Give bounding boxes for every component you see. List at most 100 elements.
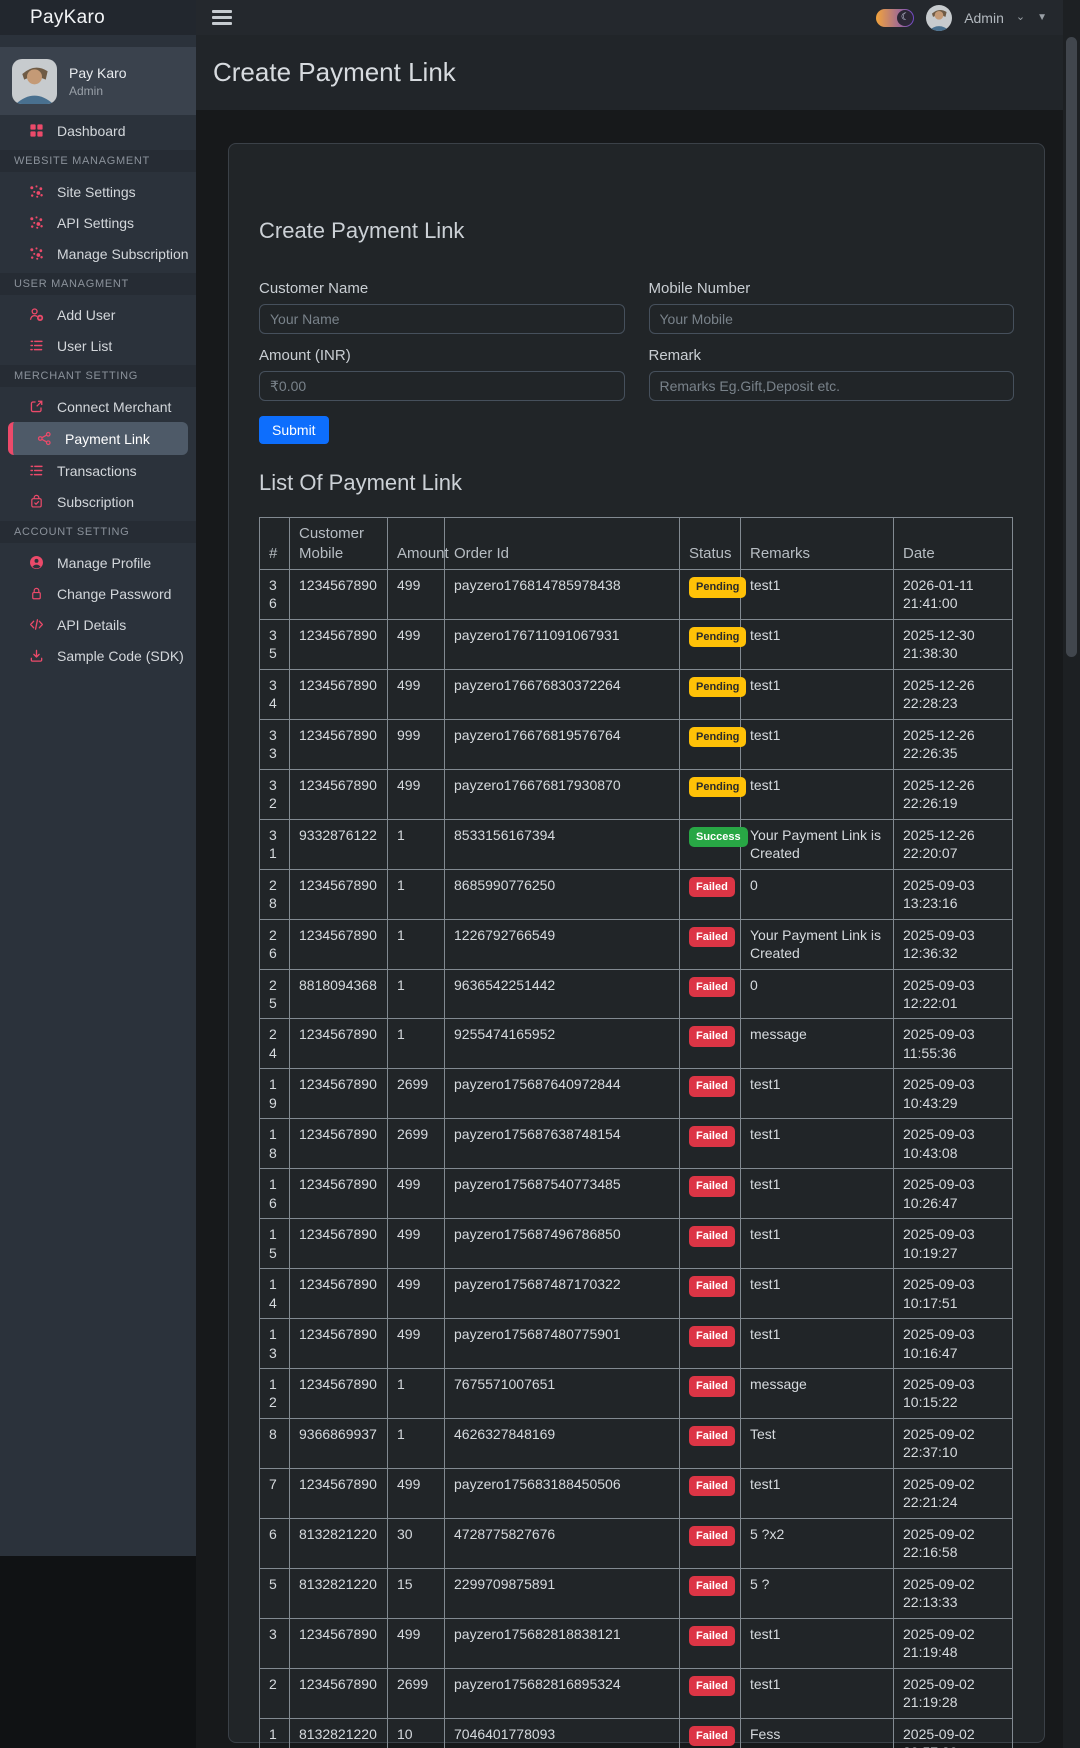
amount-inr-input[interactable] [259,371,625,401]
cell-index: 8 [260,1418,290,1468]
cell-customer-mobile: 9366869937 [290,1418,388,1468]
cell-amount: 499 [388,669,445,719]
cell-order-id: payzero176676817930870 [445,769,680,819]
cell-amount: 999 [388,719,445,769]
cell-order-id: 4626327848169 [445,1418,680,1468]
cell-customer-mobile: 1234567890 [290,769,388,819]
field-label: Mobile Number [649,280,1015,297]
cell-index: 32 [260,769,290,819]
cell-date: 2025-09-02 21:19:48 [894,1618,1013,1668]
status-badge: Failed [689,1576,735,1597]
topbar-avatar[interactable] [926,5,952,31]
submit-button[interactable]: Submit [259,416,329,444]
list-icon [28,338,44,354]
sidebar-profile: Pay Karo Admin [0,47,196,115]
cell-index: 34 [260,669,290,719]
cell-date: 2025-12-26 22:20:07 [894,819,1013,869]
sidebar-item-manage-subscription[interactable]: Manage Subscription [0,238,196,269]
cell-status: Failed [680,869,741,919]
cell-customer-mobile: 1234567890 [290,1369,388,1419]
table-row: 24123456789019255474165952Failedmessage2… [260,1019,1013,1069]
cell-amount: 499 [388,1269,445,1319]
cell-date: 2025-09-03 10:15:22 [894,1369,1013,1419]
sidebar-item-change-password[interactable]: Change Password [0,578,196,609]
cell-remarks: Your Payment Link is Created [741,819,894,869]
cell-status: Failed [680,1618,741,1668]
sidebar-item-api-settings[interactable]: API Settings [0,207,196,238]
cell-amount: 499 [388,1618,445,1668]
cell-remarks: 0 [741,969,894,1019]
column-header-status: Status [680,518,741,570]
sidebar-section-website-managment: WEBSITE MANAGMENT [0,150,196,172]
cell-index: 25 [260,969,290,1019]
cell-remarks: test1 [741,1468,894,1518]
theme-toggle[interactable]: ☾ [876,9,914,27]
scrollbar-thumb[interactable] [1066,37,1077,657]
download-icon [28,648,44,664]
cell-remarks: test1 [741,1069,894,1119]
sidebar-item-user-list[interactable]: User List [0,330,196,361]
sidebar-item-payment-link[interactable]: Payment Link [8,422,188,455]
cell-amount: 1 [388,869,445,919]
sidebar-item-transactions[interactable]: Transactions [0,455,196,486]
cell-index: 24 [260,1019,290,1069]
cell-index: 33 [260,719,290,769]
cell-date: 2025-09-03 12:36:32 [894,919,1013,969]
brand-logo: PayKaro [30,7,105,29]
sidebar-item-site-settings[interactable]: Site Settings [0,176,196,207]
cell-amount: 499 [388,1169,445,1219]
table-row: 321234567890499payzero176676817930870Pen… [260,769,1013,819]
sidebar-nav: Dashboard WEBSITE MANAGMENT Site Settings A… [0,115,196,671]
bag-check-icon [28,494,44,510]
sidebar-item-dashboard[interactable]: Dashboard [0,115,196,146]
share-icon [36,431,52,447]
cell-order-id: payzero175687640972844 [445,1069,680,1119]
sidebar-item-sample-code-sdk[interactable]: Sample Code (SDK) [0,640,196,671]
sidebar-item-add-user[interactable]: Add User [0,299,196,330]
cell-status: Pending [680,769,741,819]
cell-status: Failed [680,1518,741,1568]
table-row: 212345678902699payzero175682816895324Fai… [260,1668,1013,1718]
sidebar-item-connect-merchant[interactable]: Connect Merchant [0,391,196,422]
table-row: 141234567890499payzero175687487170322Fai… [260,1269,1013,1319]
cell-customer-mobile: 1234567890 [290,1269,388,1319]
sidebar-item-label: Transactions [57,463,137,479]
cell-date: 2025-09-02 22:13:33 [894,1568,1013,1618]
cell-index: 36 [260,570,290,620]
hamburger-menu-icon[interactable] [212,10,232,25]
column-header-order-id: Order Id [445,518,680,570]
sidebar-item-manage-profile[interactable]: Manage Profile [0,547,196,578]
page-scrollbar[interactable] [1063,0,1080,1748]
status-badge: Failed [689,927,735,948]
cell-remarks: test1 [741,1668,894,1718]
sidebar-item-subscription[interactable]: Subscription [0,486,196,517]
admin-dropdown[interactable]: Admin [964,10,1004,26]
payment-table-head-row: #Customer MobileAmountOrder IdStatusRema… [260,518,1013,570]
cell-index: 5 [260,1568,290,1618]
cell-index: 26 [260,919,290,969]
cell-status: Failed [680,1568,741,1618]
mobile-number-input[interactable] [649,304,1015,334]
customer-name-input[interactable] [259,304,625,334]
cell-order-id: payzero175683188450506 [445,1468,680,1518]
cell-index: 3 [260,1618,290,1668]
main-content: Create Payment Link Create Payment Link … [196,35,1063,1748]
sidebar-item-api-details[interactable]: API Details [0,609,196,640]
sidebar-item-label: Site Settings [57,184,136,200]
cell-amount: 2699 [388,1069,445,1119]
remark-input[interactable] [649,371,1015,401]
cell-remarks: 0 [741,869,894,919]
cell-amount: 1 [388,1369,445,1419]
topbar-right: ☾ Admin ⌄ ▼ [876,5,1047,31]
cell-remarks: test1 [741,1618,894,1668]
cell-status: Failed [680,919,741,969]
cell-order-id: payzero175687540773485 [445,1169,680,1219]
brand-bar: PayKaro [0,0,196,35]
field-remark: Remark [649,347,1015,401]
cell-amount: 1 [388,919,445,969]
status-badge: Failed [689,1526,735,1547]
cell-status: Failed [680,1369,741,1419]
cell-remarks: message [741,1369,894,1419]
cell-amount: 2699 [388,1119,445,1169]
cell-remarks: test1 [741,769,894,819]
